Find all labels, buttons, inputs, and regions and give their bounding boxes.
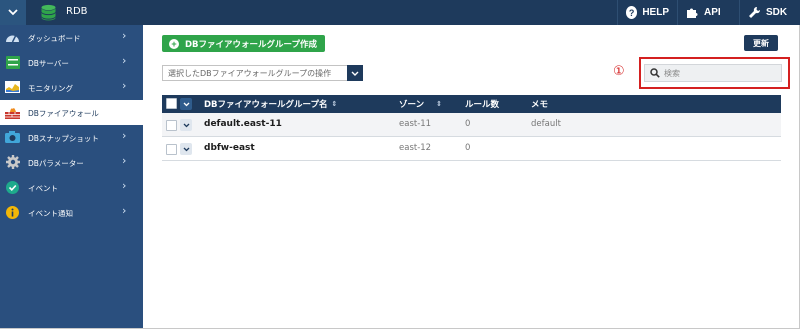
sidebar-item-label: イベント通知 — [28, 209, 73, 218]
column-label: ルール数 — [465, 100, 500, 110]
help-button[interactable]: ? HELP — [617, 0, 677, 25]
row-menu-button[interactable] — [180, 143, 192, 155]
sdk-button[interactable]: SDK — [739, 0, 800, 25]
event-check-icon — [5, 180, 20, 194]
monitoring-chart-icon — [5, 80, 20, 94]
sidebar: ダッシュボード › DBサーバー › モニタリング › DBファイアウォール D… — [0, 25, 143, 328]
sort-icon: ⇕ — [331, 100, 338, 108]
cell-rule-count: 0 — [465, 143, 471, 153]
chevron-right-icon: › — [122, 54, 127, 67]
chevron-down-icon — [183, 102, 189, 106]
firewall-icon — [5, 105, 20, 119]
create-button-label: DBファイアウォールグループ作成 — [185, 39, 318, 50]
database-icon — [41, 4, 56, 21]
plus-circle-icon: + — [169, 38, 179, 49]
create-firewall-group-button[interactable]: + DBファイアウォールグループ作成 — [162, 35, 325, 52]
refresh-button[interactable]: 更新 — [744, 35, 778, 51]
table-row[interactable]: default.east-11 east-11 0 default — [162, 113, 781, 137]
column-header-zone[interactable]: ゾーン ⇕ — [399, 98, 442, 110]
sidebar-item-event-notification[interactable]: イベント通知 › — [0, 200, 143, 225]
dashboard-gauge-icon — [5, 30, 20, 44]
sidebar-item-db-parameter[interactable]: DBパラメーター › — [0, 150, 143, 175]
header-menu-button[interactable] — [180, 98, 192, 110]
column-label: メモ — [531, 100, 549, 110]
sidebar-item-label: DBサーバー — [28, 59, 69, 68]
cell-zone: east-12 — [399, 143, 432, 153]
column-header-rule-count: ルール数 — [465, 98, 499, 110]
chevron-right-icon: › — [122, 204, 127, 217]
chevron-right-icon: › — [122, 179, 127, 192]
sidebar-item-monitoring[interactable]: モニタリング › — [0, 75, 143, 100]
api-button[interactable]: API — [677, 0, 739, 25]
chevron-down-icon — [347, 65, 363, 81]
sort-icon: ⇕ — [436, 100, 442, 108]
row-checkbox[interactable] — [166, 144, 177, 155]
sidebar-item-label: モニタリング — [28, 84, 73, 93]
cell-zone: east-11 — [399, 119, 432, 129]
row-checkbox[interactable] — [166, 120, 177, 131]
menu-toggle-button[interactable] — [0, 0, 26, 25]
search-placeholder: 検索 — [664, 68, 680, 78]
cell-group-name[interactable]: dbfw-east — [204, 143, 255, 153]
sidebar-item-label: イベント — [28, 184, 58, 193]
sidebar-item-db-snapshot[interactable]: DBスナップショット › — [0, 125, 143, 150]
sidebar-item-db-server[interactable]: DBサーバー › — [0, 50, 143, 75]
table-header: DBファイアウォールグループ名 ⇕ ゾーン ⇕ ルール数 メモ — [162, 95, 781, 113]
chevron-right-icon: › — [122, 129, 127, 142]
search-icon — [650, 68, 660, 78]
sidebar-item-label: DBファイアウォール — [28, 109, 99, 118]
wrench-icon — [749, 6, 761, 18]
row-menu-button[interactable] — [180, 119, 192, 131]
column-label: ゾーン — [399, 100, 425, 110]
db-server-icon — [5, 55, 20, 69]
sdk-label: SDK — [766, 7, 788, 18]
cell-memo: default — [531, 119, 561, 129]
chevron-right-icon: › — [122, 154, 127, 167]
sidebar-item-dashboard[interactable]: ダッシュボード › — [0, 25, 143, 50]
info-icon — [5, 205, 20, 219]
chevron-down-icon — [183, 123, 189, 127]
puzzle-icon — [687, 8, 698, 18]
sidebar-item-label: DBパラメーター — [28, 159, 84, 168]
annotation-marker: ① — [613, 64, 625, 79]
cell-rule-count: 0 — [465, 119, 471, 129]
sidebar-item-label: ダッシュボード — [28, 34, 81, 43]
select-all-checkbox[interactable] — [166, 98, 177, 109]
gear-icon — [5, 155, 20, 169]
help-label: HELP — [642, 7, 669, 18]
column-header-memo: メモ — [531, 98, 548, 110]
top-bar: RDB ? HELP API SDK — [0, 0, 800, 25]
app-title: RDB — [66, 6, 88, 17]
chevron-right-icon: › — [122, 29, 127, 42]
column-header-name[interactable]: DBファイアウォールグループ名 ⇕ — [204, 98, 337, 110]
column-label: DBファイアウォールグループ名 — [204, 100, 328, 110]
chevron-right-icon: › — [122, 79, 127, 92]
sidebar-item-label: DBスナップショット — [28, 134, 99, 143]
chevron-down-icon — [183, 147, 189, 151]
chevron-down-icon — [8, 9, 18, 16]
search-input[interactable]: 検索 — [644, 64, 782, 82]
camera-icon — [5, 130, 20, 144]
sidebar-item-event[interactable]: イベント › — [0, 175, 143, 200]
help-icon: ? — [626, 6, 638, 19]
bulk-action-select[interactable]: 選択したDBファイアウォールグループの操作 — [162, 65, 363, 81]
table-row[interactable]: dbfw-east east-12 0 — [162, 137, 781, 161]
api-label: API — [704, 7, 721, 18]
cell-group-name[interactable]: default.east-11 — [204, 119, 282, 129]
bulk-action-label: 選択したDBファイアウォールグループの操作 — [168, 68, 332, 78]
sidebar-item-db-firewall[interactable]: DBファイアウォール — [0, 100, 143, 125]
